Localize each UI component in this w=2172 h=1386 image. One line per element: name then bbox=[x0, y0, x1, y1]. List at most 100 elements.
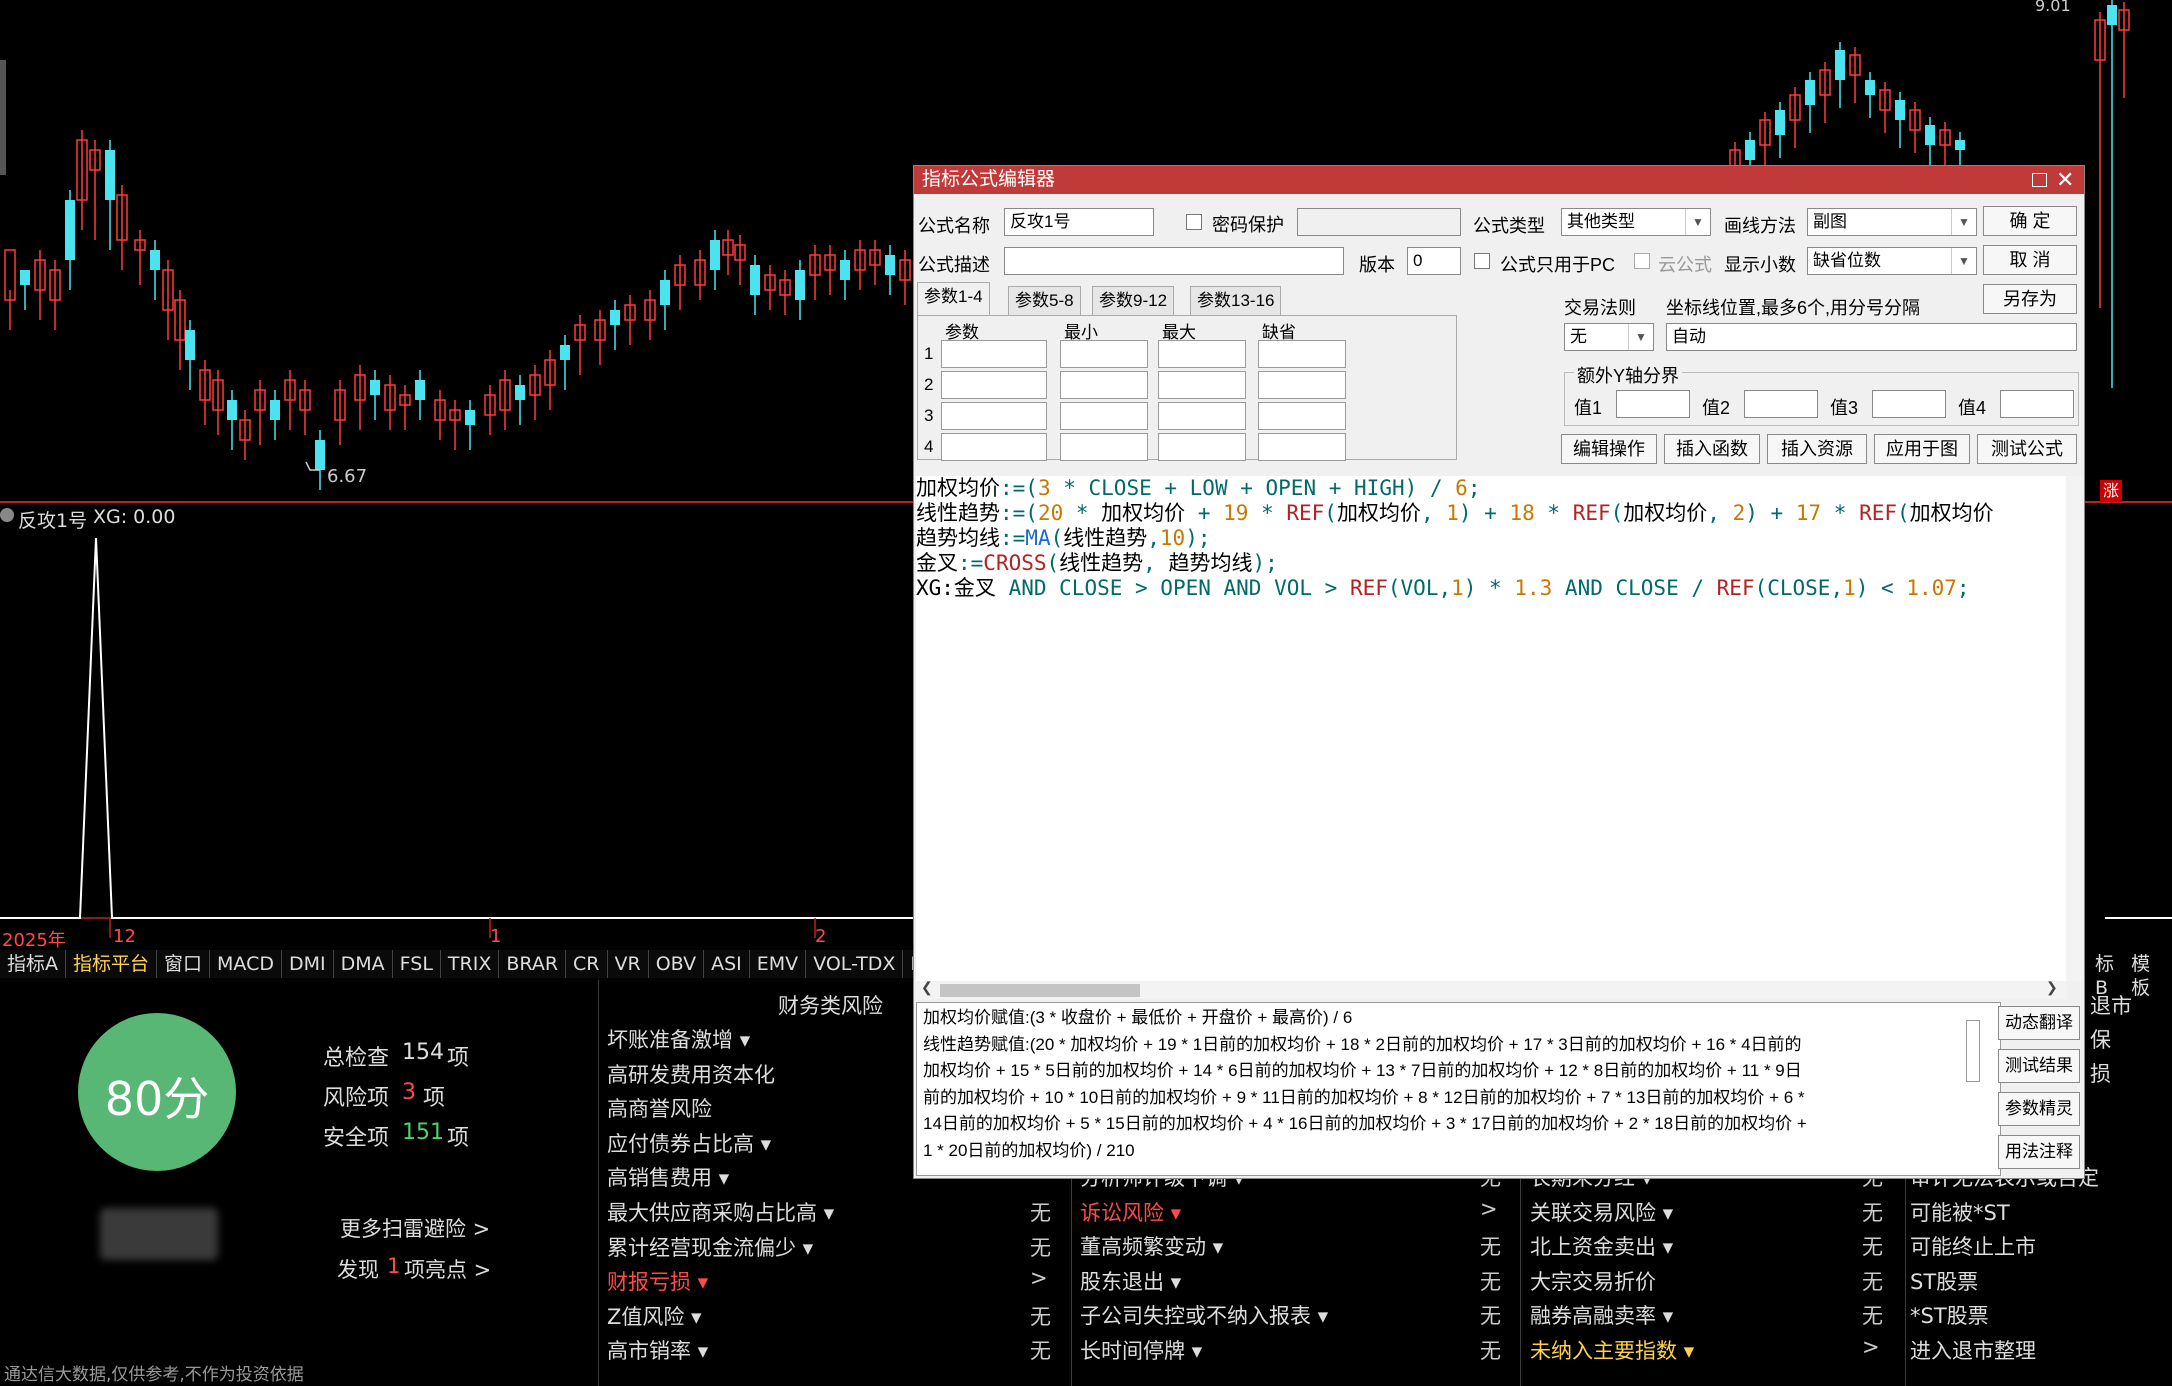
tab-b[interactable]: 标B bbox=[2090, 950, 2126, 999]
cancel-button[interactable]: 取 消 bbox=[1983, 245, 2077, 275]
tab-14[interactable]: VOL-TDX bbox=[806, 950, 904, 978]
risk-item[interactable]: 可能终止上市 bbox=[1910, 1231, 2036, 1261]
formula-desc-input[interactable] bbox=[1004, 247, 1344, 275]
vertical-scrollbar[interactable] bbox=[2066, 476, 2082, 981]
tab-10[interactable]: VR bbox=[608, 950, 649, 978]
close-icon[interactable]: ✕ bbox=[2056, 166, 2074, 194]
risk-item[interactable]: 融券高融卖率 ▾ bbox=[1530, 1300, 1673, 1330]
y-value-input[interactable] bbox=[1616, 390, 1690, 418]
tab-2[interactable]: 窗口 bbox=[157, 950, 211, 978]
tab-9[interactable]: CR bbox=[566, 950, 608, 978]
draw-method-select[interactable]: 副图 ▼ bbox=[1807, 208, 1977, 236]
tab-12[interactable]: ASI bbox=[704, 950, 750, 978]
y-value-input[interactable] bbox=[1744, 390, 1818, 418]
formula-name-input[interactable]: 反攻1号 bbox=[1004, 208, 1154, 236]
code-line[interactable]: 趋势均线:=MA(线性趋势,10); bbox=[916, 526, 2066, 551]
formula-code-editor[interactable]: 加权均价:=(3 * CLOSE + LOW + OPEN + HIGH) / … bbox=[916, 476, 2066, 981]
code-line[interactable]: 加权均价:=(3 * CLOSE + LOW + OPEN + HIGH) / … bbox=[916, 476, 2066, 501]
editor-button[interactable]: 编辑操作 bbox=[1561, 434, 1657, 464]
param-cell[interactable] bbox=[1158, 340, 1246, 368]
risk-item[interactable]: 可能被*ST bbox=[1910, 1197, 2010, 1227]
dialog-titlebar[interactable]: 指标公式编辑器 ✕ bbox=[914, 166, 2084, 194]
version-input[interactable]: 0 bbox=[1407, 247, 1461, 275]
side-button[interactable]: 用法注释 bbox=[1998, 1135, 2080, 1169]
chevron-down-icon[interactable]: ▼ bbox=[1951, 209, 1976, 235]
tab-13[interactable]: EMV bbox=[750, 950, 807, 978]
side-button[interactable]: 参数精灵 bbox=[1998, 1092, 2080, 1126]
editor-button[interactable]: 应用于图 bbox=[1874, 434, 1970, 464]
formula-type-select[interactable]: 其他类型 ▼ bbox=[1561, 208, 1711, 236]
side-button[interactable]: 测试结果 bbox=[1998, 1049, 2080, 1083]
risk-item[interactable]: 大宗交易折价 bbox=[1530, 1266, 1656, 1296]
y-value-input[interactable] bbox=[1872, 390, 1946, 418]
code-line[interactable]: 金叉:=CROSS(线性趋势, 趋势均线); bbox=[916, 551, 2066, 576]
risk-item[interactable]: 长时间停牌 ▾ bbox=[1080, 1335, 1202, 1365]
risk-item[interactable]: 进入退市整理 bbox=[1910, 1335, 2036, 1365]
param-cell[interactable] bbox=[941, 402, 1047, 430]
tab-11[interactable]: OBV bbox=[649, 950, 705, 978]
tab-params-13-16[interactable]: 参数13-16 bbox=[1190, 286, 1282, 316]
chevron-down-icon[interactable]: ▼ bbox=[1685, 209, 1710, 235]
risk-item[interactable]: ST股票 bbox=[1910, 1266, 1978, 1296]
param-cell[interactable] bbox=[1258, 371, 1346, 399]
risk-item[interactable]: *ST股票 bbox=[1910, 1300, 1989, 1330]
tab-params-1-4[interactable]: 参数1-4 bbox=[917, 282, 990, 316]
found-suffix-link[interactable]: 项亮点 > bbox=[404, 1254, 491, 1284]
param-cell[interactable] bbox=[1060, 402, 1148, 430]
risk-item[interactable]: 退市 bbox=[2090, 990, 2132, 1020]
tab-params-5-8[interactable]: 参数5-8 bbox=[1008, 286, 1081, 316]
tab-template[interactable]: 模 板 bbox=[2126, 950, 2172, 999]
tab-0[interactable]: 指标A bbox=[0, 950, 66, 978]
editor-button[interactable]: 测试公式 bbox=[1977, 434, 2077, 464]
param-cell[interactable] bbox=[1060, 433, 1148, 461]
risk-item[interactable]: 子公司失控或不纳入报表 ▾ bbox=[1080, 1300, 1328, 1330]
tab-5[interactable]: DMA bbox=[334, 950, 393, 978]
trade-rule-select[interactable]: 无 ▼ bbox=[1564, 323, 1654, 351]
risk-item[interactable]: 保 bbox=[2090, 1024, 2111, 1054]
side-button[interactable]: 动态翻译 bbox=[1998, 1006, 2080, 1040]
param-cell[interactable] bbox=[941, 371, 1047, 399]
risk-item[interactable]: 股东退出 ▾ bbox=[1080, 1266, 1181, 1296]
scroll-handle[interactable] bbox=[0, 60, 6, 175]
tab-4[interactable]: DMI bbox=[282, 950, 334, 978]
editor-button[interactable]: 插入资源 bbox=[1767, 434, 1867, 464]
chevron-down-icon[interactable]: ▼ bbox=[1628, 324, 1653, 350]
param-cell[interactable] bbox=[1258, 433, 1346, 461]
tab-8[interactable]: BRAR bbox=[499, 950, 567, 978]
risk-item[interactable]: 诉讼风险 ▾ bbox=[1080, 1197, 1181, 1227]
param-cell[interactable] bbox=[1158, 371, 1246, 399]
param-cell[interactable] bbox=[1258, 402, 1346, 430]
risk-item[interactable]: 高销售费用 ▾ bbox=[607, 1162, 729, 1192]
param-cell[interactable] bbox=[1158, 433, 1246, 461]
maximize-icon[interactable] bbox=[2032, 173, 2047, 187]
risk-item[interactable]: 未纳入主要指数 ▾ bbox=[1530, 1335, 1694, 1365]
risk-item[interactable]: 累计经营现金流偏少 ▾ bbox=[607, 1232, 813, 1262]
code-line[interactable]: XG:金叉 AND CLOSE > OPEN AND VOL > REF(VOL… bbox=[916, 576, 2066, 601]
param-cell[interactable] bbox=[1158, 402, 1246, 430]
risk-item[interactable]: Z值风险 ▾ bbox=[607, 1301, 702, 1331]
tab-params-9-12[interactable]: 参数9-12 bbox=[1092, 286, 1175, 316]
found-value[interactable]: 1 bbox=[387, 1254, 400, 1278]
ok-button[interactable]: 确 定 bbox=[1983, 206, 2077, 236]
tab-6[interactable]: FSL bbox=[393, 950, 441, 978]
editor-button[interactable]: 插入函数 bbox=[1664, 434, 1760, 464]
save-as-button[interactable]: 另存为 bbox=[1983, 284, 2077, 314]
param-cell[interactable] bbox=[1060, 371, 1148, 399]
risk-item[interactable]: 最大供应商采购占比高 ▾ bbox=[607, 1197, 834, 1227]
risk-item[interactable]: 损 bbox=[2090, 1058, 2111, 1088]
param-cell[interactable] bbox=[941, 433, 1047, 461]
risk-item[interactable]: 高市销率 ▾ bbox=[607, 1335, 708, 1365]
param-cell[interactable] bbox=[1060, 340, 1148, 368]
horizontal-scrollbar[interactable]: ❮ ❯ bbox=[916, 979, 2066, 999]
password-input[interactable] bbox=[1297, 208, 1461, 236]
desc-scrollbar[interactable] bbox=[1966, 1020, 1980, 1082]
code-line[interactable]: 线性趋势:=(20 * 加权均价 + 19 * REF(加权均价, 1) + 1… bbox=[916, 501, 2066, 526]
more-scan-link[interactable]: 更多扫雷避险 > bbox=[340, 1213, 490, 1243]
cloud-checkbox[interactable] bbox=[1634, 253, 1650, 269]
tab-1[interactable]: 指标平台 bbox=[66, 950, 158, 978]
risk-item[interactable]: 关联交易风险 ▾ bbox=[1530, 1197, 1673, 1227]
tab-3[interactable]: MACD bbox=[210, 950, 282, 978]
decimals-select[interactable]: 缺省位数 ▼ bbox=[1807, 247, 1977, 275]
risk-item[interactable]: 北上资金卖出 ▾ bbox=[1530, 1231, 1673, 1261]
scroll-left-icon[interactable]: ❮ bbox=[921, 979, 933, 996]
